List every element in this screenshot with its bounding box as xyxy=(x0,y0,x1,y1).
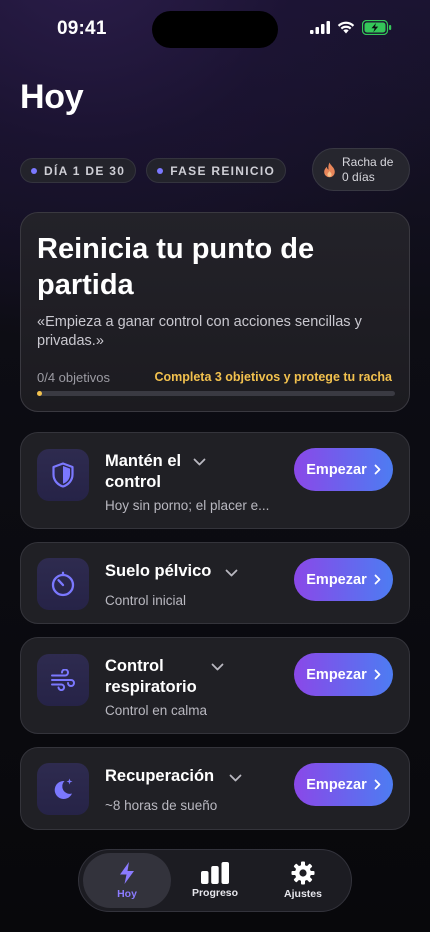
streak-label: Racha de xyxy=(342,154,394,169)
task-subtitle: Hoy sin porno; el placer e... xyxy=(105,498,270,513)
start-button-label: Empezar xyxy=(306,776,367,793)
goals-hint: Completa 3 objetivos y protege tu racha xyxy=(154,370,392,384)
shield-icon xyxy=(52,462,74,488)
task-subtitle: Control inicial xyxy=(105,593,187,608)
task-title: Control respiratorio xyxy=(105,657,197,696)
task-card-control-respiratorio[interactable]: Control respiratorio Control en calma Em… xyxy=(20,637,410,734)
phase-badge-label: FASE REINICIO xyxy=(170,163,276,178)
start-button[interactable]: Empezar xyxy=(294,558,393,601)
chevron-down-icon[interactable] xyxy=(211,663,224,671)
daily-goal-card: Reinicia tu punto de partida «Empieza a … xyxy=(20,212,410,412)
start-button-label: Empezar xyxy=(306,571,367,588)
dynamic-island xyxy=(152,11,278,48)
streak-badge[interactable]: Racha de 0 días xyxy=(312,148,410,191)
status-badges: DÍA 1 DE 30 FASE REINICIO xyxy=(20,158,287,183)
start-button-label: Empezar xyxy=(306,666,367,683)
wind-icon xyxy=(51,669,75,691)
chevron-down-icon[interactable] xyxy=(229,774,242,782)
chevron-down-icon[interactable] xyxy=(225,569,238,577)
gear-icon xyxy=(291,861,315,885)
goals-progress-label: 0/4 objetivos xyxy=(37,370,110,385)
start-button[interactable]: Empezar xyxy=(294,653,393,696)
task-subtitle: Control en calma xyxy=(105,703,208,718)
tab-label: Progreso xyxy=(191,887,239,899)
tab-bar: Hoy Progreso Ajustes xyxy=(78,849,352,912)
day-badge-label: DÍA 1 DE 30 xyxy=(44,163,126,178)
chevron-right-icon xyxy=(374,574,381,585)
streak-value: 0 días xyxy=(342,169,375,184)
timer-icon xyxy=(51,571,75,597)
task-icon-tile xyxy=(37,763,89,815)
day-badge: DÍA 1 DE 30 xyxy=(20,158,137,183)
goals-progress-bar xyxy=(37,391,395,396)
chevron-down-icon[interactable] xyxy=(193,458,206,466)
wifi-icon xyxy=(337,21,355,34)
task-title: Mantén el control xyxy=(105,452,182,491)
start-button[interactable]: Empezar xyxy=(294,763,393,806)
tab-label: Ajustes xyxy=(284,888,322,900)
task-card-mantener-control[interactable]: Mantén el control Hoy sin porno; el plac… xyxy=(20,432,410,529)
signal-icon xyxy=(310,21,330,34)
tab-progreso[interactable]: Progreso xyxy=(171,853,259,908)
tab-label: Hoy xyxy=(117,888,137,900)
dot-icon xyxy=(31,167,37,174)
chevron-right-icon xyxy=(374,464,381,475)
goals-progress-fill xyxy=(37,391,42,396)
task-icon-tile xyxy=(37,558,89,610)
task-card-suelo-pelvico[interactable]: Suelo pélvico Control inicial Empezar xyxy=(20,542,410,624)
battery-charging-icon xyxy=(362,20,392,35)
moon-icon xyxy=(54,778,73,799)
status-bar: 09:41 xyxy=(0,0,430,58)
page-title: Hoy xyxy=(20,78,84,116)
phase-badge: FASE REINICIO xyxy=(146,158,287,183)
task-icon-tile xyxy=(37,449,89,501)
task-icon-tile xyxy=(37,654,89,706)
hero-title: Reinicia tu punto de partida xyxy=(37,233,315,301)
dot-icon xyxy=(157,167,164,174)
chevron-right-icon xyxy=(374,669,381,680)
task-subtitle: ~8 horas de sueño xyxy=(105,798,218,813)
tab-hoy[interactable]: Hoy xyxy=(83,853,171,908)
start-button[interactable]: Empezar xyxy=(294,448,393,491)
start-button-label: Empezar xyxy=(306,461,367,478)
status-time: 09:41 xyxy=(57,18,107,39)
bolt-icon xyxy=(120,862,134,884)
task-card-recuperacion[interactable]: Recuperación ~8 horas de sueño Empezar xyxy=(20,747,410,830)
tab-ajustes[interactable]: Ajustes xyxy=(259,853,347,908)
flame-icon xyxy=(324,162,335,177)
bars-icon xyxy=(201,862,229,884)
status-icons xyxy=(310,20,392,35)
chevron-right-icon xyxy=(374,779,381,790)
hero-quote: «Empieza a ganar control con acciones se… xyxy=(37,314,362,349)
